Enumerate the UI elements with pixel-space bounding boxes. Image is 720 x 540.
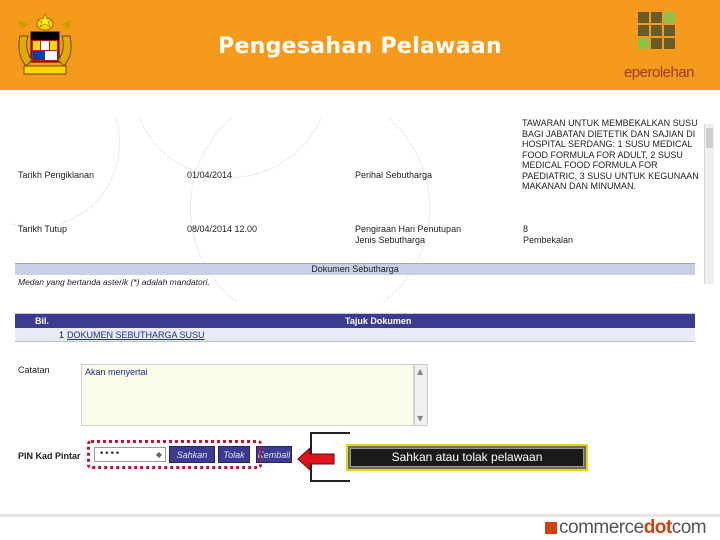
pin-label: PIN Kad Pintar <box>18 451 81 461</box>
callout-box: Sahkan atau tolak pelawaan <box>346 444 588 471</box>
mandatory-note: Medan yang bertanda asterik (*) adalah m… <box>18 277 210 287</box>
logo-text-part1: commerce <box>559 517 644 538</box>
catatan-scrollbar[interactable]: ▲ ▼ <box>414 364 428 426</box>
commercedotcom-logo: commercedotcom <box>545 518 715 538</box>
row-bil: 1 <box>59 330 65 340</box>
table-row[interactable]: 1 DOKUMEN SEBUTHARGA SUSU <box>15 328 695 342</box>
background-curve <box>190 118 430 328</box>
field-label-pengiraan-hari: Pengiraan Hari Penutupan <box>355 224 462 234</box>
table-header: Bil. Tajuk Dokumen <box>15 314 695 328</box>
field-value-pengiraan-hari: 8 <box>523 224 529 234</box>
catatan-textarea[interactable]: Akan menyertai <box>81 364 414 426</box>
catatan-text: Akan menyertai <box>85 367 148 377</box>
field-label-perihal: Perihal Sebutharga <box>355 170 433 180</box>
logo-text-part2: dot <box>643 517 673 538</box>
catatan-label: Catatan <box>18 365 50 375</box>
field-value-tarikh-tutup: 08/04/2014 12.00 <box>187 224 258 234</box>
header-bar: Pengesahan Pelawaan eperolehan <box>0 0 720 90</box>
field-label-jenis-sebutharga: Jenis Sebutharga <box>355 235 426 245</box>
highlight-dotted-box <box>87 440 262 469</box>
eperolehan-logo: eperolehan <box>604 8 714 84</box>
section-header-dokumen: Dokumen Sebutharga <box>15 263 695 275</box>
table-spacer <box>15 302 695 314</box>
logo-text-part3: com <box>671 517 707 538</box>
documents-table: Bil. Tajuk Dokumen 1 DOKUMEN SEBUTHARGA … <box>15 302 695 342</box>
chevron-down-icon[interactable]: ▼ <box>417 414 423 423</box>
column-header-bil: Bil. <box>35 316 50 326</box>
column-header-tajuk: Tajuk Dokumen <box>345 316 412 326</box>
perihal-scrollbar[interactable] <box>704 124 714 284</box>
chevron-up-icon[interactable]: ▲ <box>417 367 423 376</box>
perihal-text: TAWARAN UNTUK MEMBEKALKAN SUSU BAGI JABA… <box>522 118 699 191</box>
field-label-tarikh-pengiklanan: Tarikh Pengiklanan <box>18 170 95 180</box>
field-label-tarikh-tutup: Tarikh Tutup <box>18 224 68 234</box>
brand-name: eperolehan <box>623 64 695 81</box>
arrow-left-icon <box>297 446 335 472</box>
field-value-jenis-sebutharga: Pembekalan <box>523 235 574 245</box>
callout-text: Sahkan atau tolak pelawaan <box>350 448 584 467</box>
field-value-tarikh-pengiklanan: 01/04/2014 <box>187 170 233 180</box>
quotation-screen: Tarikh Pengiklanan 01/04/2014 Tarikh Tut… <box>10 118 715 480</box>
row-tajuk-link[interactable]: DOKUMEN SEBUTHARGA SUSU <box>67 330 205 340</box>
logo-square-icon <box>545 522 557 534</box>
